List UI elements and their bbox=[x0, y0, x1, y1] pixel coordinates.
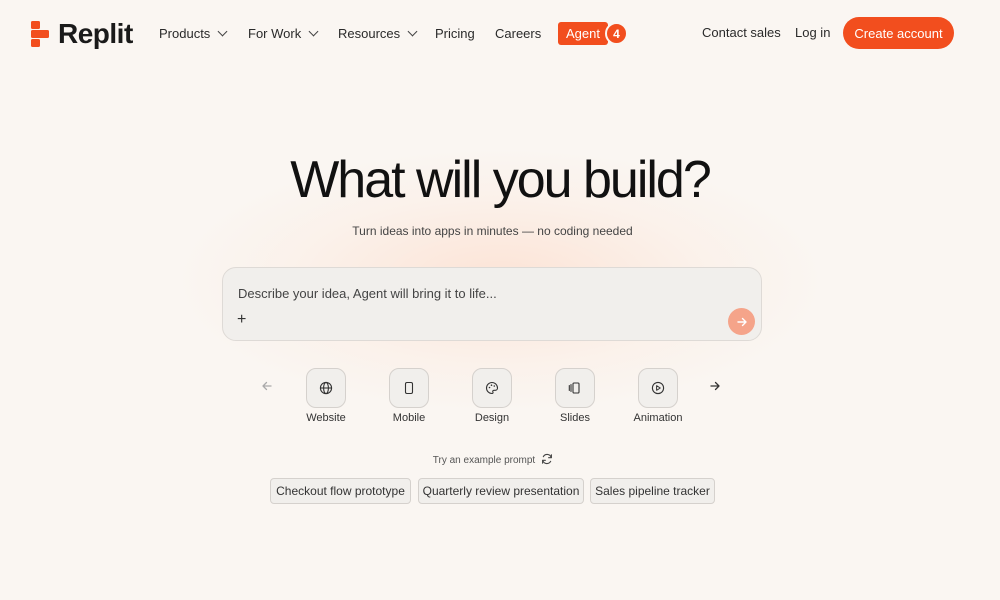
nav-products-label: Products bbox=[159, 26, 211, 41]
nav-pricing[interactable]: Pricing bbox=[435, 26, 475, 41]
category-label: Design bbox=[474, 412, 510, 424]
example-chip[interactable]: Quarterly review presentation bbox=[418, 478, 584, 504]
top-nav: Replit Products For Work Resources Prici… bbox=[0, 0, 1000, 66]
category-animation[interactable]: Animation bbox=[628, 368, 688, 424]
agent-label: Agent bbox=[558, 22, 608, 45]
carousel-next-button[interactable] bbox=[709, 379, 721, 396]
nav-for-work-label: For Work bbox=[248, 26, 302, 41]
nav-for-work[interactable]: For Work bbox=[248, 26, 319, 41]
arrow-right-icon bbox=[710, 381, 720, 391]
agent-badge: 4 bbox=[604, 22, 628, 45]
nav-agent[interactable]: Agent 4 bbox=[558, 22, 628, 45]
chevron-down-icon bbox=[308, 26, 319, 37]
example-prompt-row: Try an example prompt bbox=[0, 453, 993, 468]
category-design[interactable]: Design bbox=[462, 368, 522, 424]
carousel-prev-button[interactable] bbox=[261, 379, 273, 396]
category-label: Mobile bbox=[392, 412, 426, 424]
arrow-right-icon bbox=[736, 317, 747, 326]
chevron-down-icon bbox=[217, 26, 228, 37]
send-button[interactable] bbox=[728, 308, 755, 335]
globe-icon bbox=[306, 368, 346, 408]
nav-resources-label: Resources bbox=[338, 26, 401, 41]
replit-logo[interactable]: Replit bbox=[31, 18, 133, 50]
contact-sales-link[interactable]: Contact sales bbox=[702, 25, 781, 40]
attach-plus-icon[interactable]: + bbox=[237, 312, 246, 328]
chevron-down-icon bbox=[407, 26, 418, 37]
play-icon bbox=[638, 368, 678, 408]
page-title: What will you build? bbox=[290, 151, 712, 209]
prompt-input[interactable] bbox=[238, 286, 718, 301]
slides-icon bbox=[555, 368, 595, 408]
nav-products[interactable]: Products bbox=[159, 26, 228, 41]
nav-resources[interactable]: Resources bbox=[338, 26, 418, 41]
mobile-icon bbox=[389, 368, 429, 408]
example-chip[interactable]: Sales pipeline tracker bbox=[590, 478, 715, 504]
category-label: Slides bbox=[560, 412, 590, 424]
category-label: Website bbox=[306, 412, 346, 424]
login-link[interactable]: Log in bbox=[795, 25, 830, 40]
category-label: Animation bbox=[633, 412, 683, 424]
arrow-left-icon bbox=[262, 381, 272, 391]
logo-text: Replit bbox=[58, 18, 133, 49]
category-slides[interactable]: Slides bbox=[545, 368, 605, 424]
prompt-box: + bbox=[222, 267, 762, 341]
replit-logo-icon bbox=[31, 21, 50, 47]
refresh-icon[interactable] bbox=[541, 453, 553, 468]
example-chip[interactable]: Checkout flow prototype bbox=[270, 478, 411, 504]
example-prompt-label: Try an example prompt bbox=[432, 455, 536, 466]
category-mobile[interactable]: Mobile bbox=[379, 368, 439, 424]
page-subtitle: Turn ideas into apps in minutes — no cod… bbox=[352, 224, 633, 238]
palette-icon bbox=[472, 368, 512, 408]
create-account-button[interactable]: Create account bbox=[843, 17, 954, 49]
nav-careers[interactable]: Careers bbox=[495, 26, 541, 41]
category-website[interactable]: Website bbox=[296, 368, 356, 424]
